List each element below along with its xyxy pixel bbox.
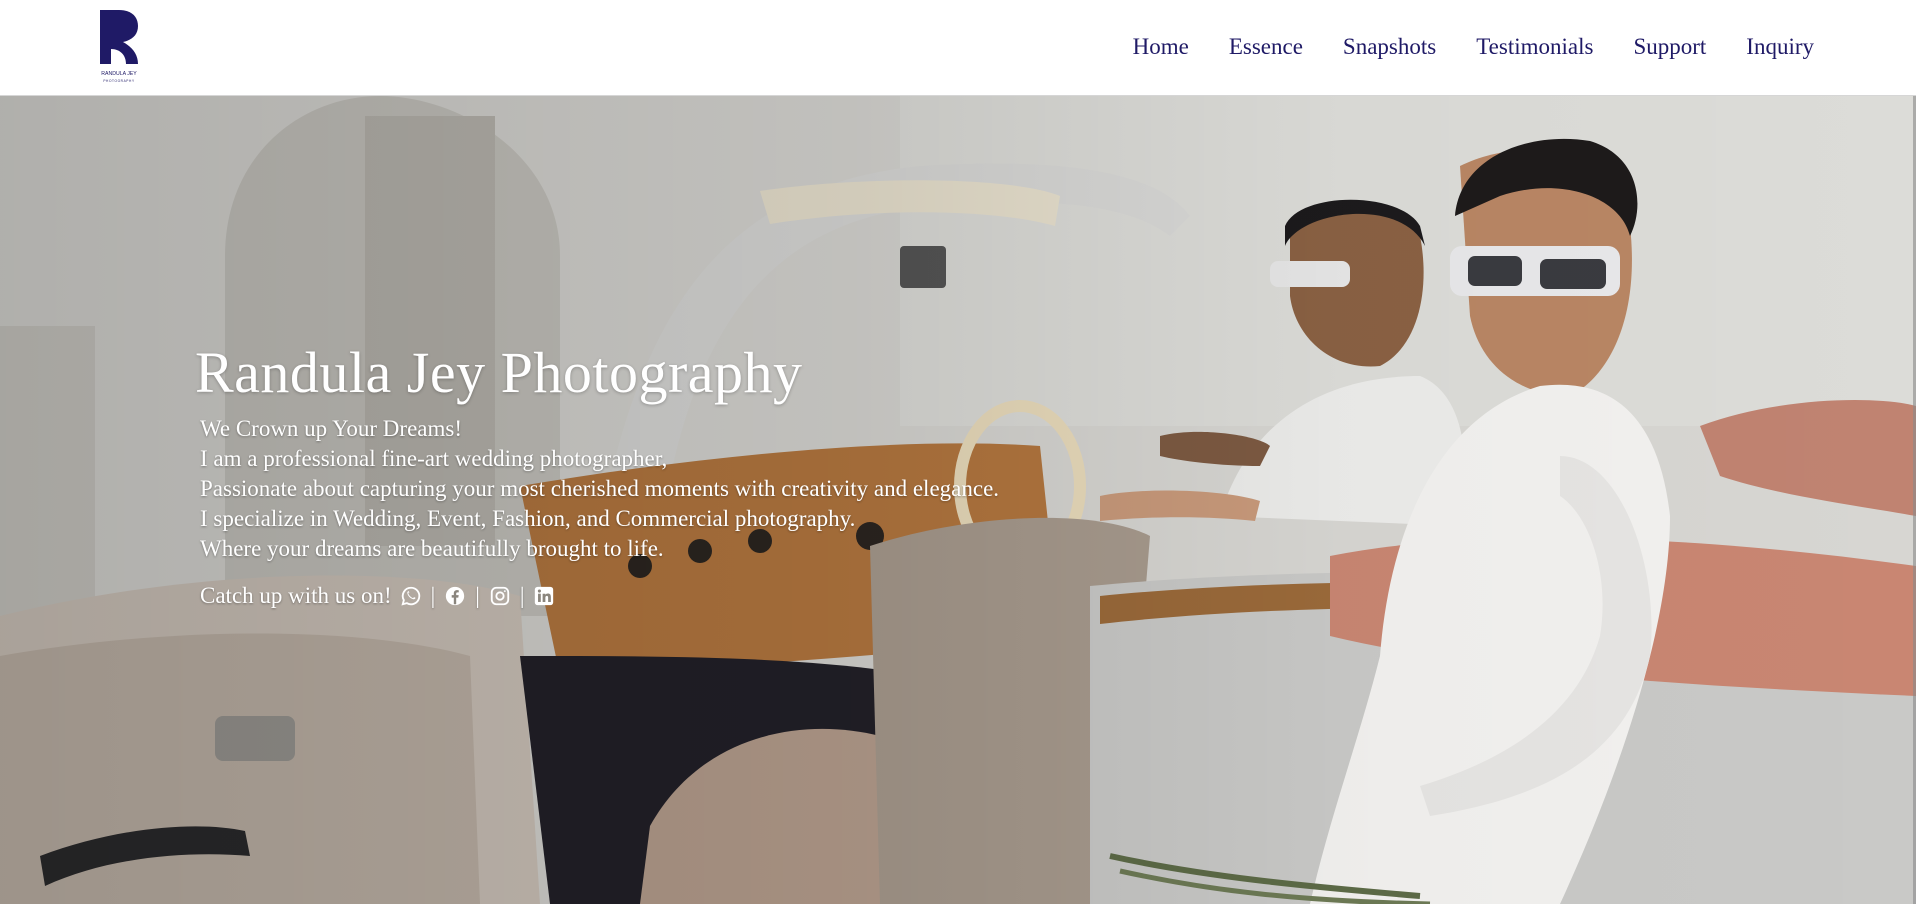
nav-testimonials[interactable]: Testimonials [1476,34,1593,60]
linkedin-icon[interactable] [533,585,555,607]
nav-essence[interactable]: Essence [1229,34,1303,60]
hero-line: I am a professional fine-art wedding pho… [200,446,668,471]
logo-tagline: PHOTOGRAPHY [103,79,135,83]
nav-inquiry[interactable]: Inquiry [1746,34,1814,60]
brand-logo[interactable]: RANDULA JEY PHOTOGRAPHY [99,9,139,85]
hero-line: Where your dreams are beautifully brough… [200,536,664,561]
hero-title: Randula Jey Photography [195,340,803,405]
logo-mark: RANDULA JEY PHOTOGRAPHY [100,10,138,83]
instagram-icon[interactable] [489,585,511,607]
hero-section: Randula Jey Photography We Crown up Your… [0,96,1916,904]
social-separator: | [430,583,436,608]
logo-name: RANDULA JEY [101,71,137,77]
social-separator: | [519,583,525,608]
hero-line: Passionate about capturing your most che… [200,476,1000,501]
nav-support[interactable]: Support [1633,34,1706,60]
social-separator: | [475,583,480,608]
site-header: RANDULA JEY PHOTOGRAPHY Home Essence Sna… [0,0,1916,96]
hero-description: We Crown up Your Dreams! I am a professi… [200,414,1195,564]
hero-line: I specialize in Wedding, Event, Fashion,… [200,506,856,531]
whatsapp-icon[interactable] [400,585,422,607]
page: RANDULA JEY PHOTOGRAPHY Home Essence Sna… [0,0,1916,904]
hero-content: Randula Jey Photography We Crown up Your… [195,340,1195,611]
facebook-icon[interactable] [444,585,466,607]
social-links: Catch up with us on! | | | [200,581,1195,611]
hero-tagline: We Crown up Your Dreams! [200,416,462,441]
social-label: Catch up with us on! [200,583,392,608]
nav-home[interactable]: Home [1133,34,1189,60]
main-nav: Home Essence Snapshots Testimonials Supp… [1133,30,1814,64]
nav-snapshots[interactable]: Snapshots [1343,34,1436,60]
